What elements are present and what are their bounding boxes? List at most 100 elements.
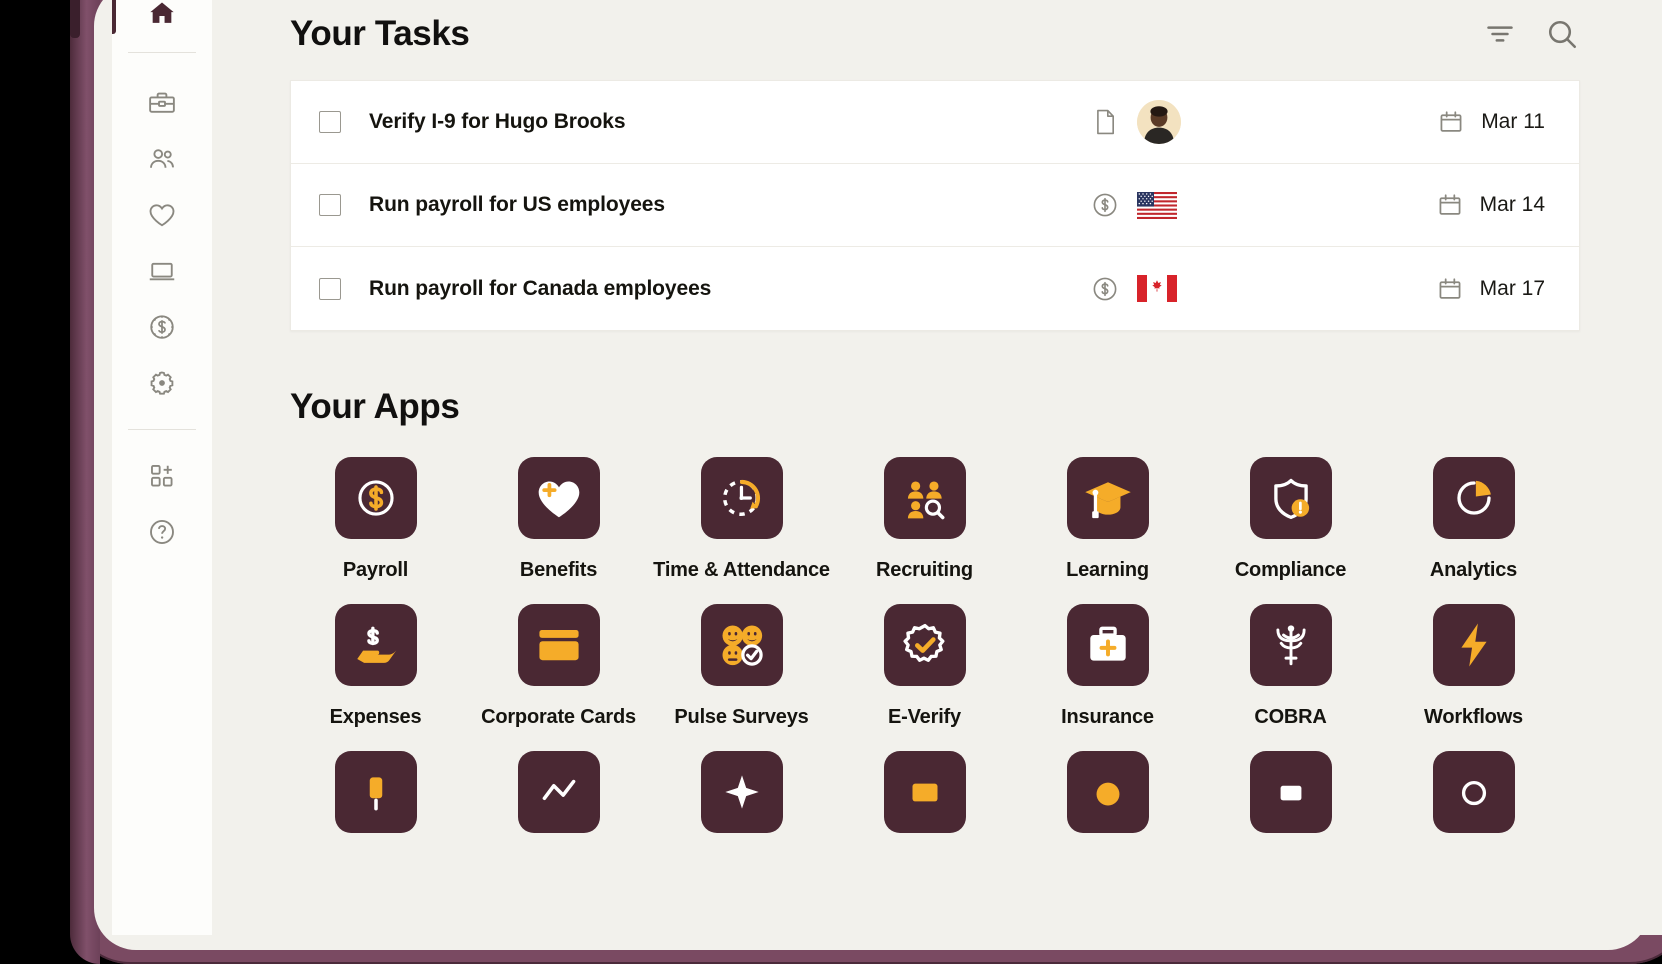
avatar: [1137, 100, 1181, 144]
sidebar-item-add-app[interactable]: [112, 448, 212, 504]
filter-button[interactable]: [1480, 14, 1520, 54]
app-tile: [700, 457, 783, 539]
app-insurance[interactable]: Insurance: [1016, 604, 1199, 729]
app-tile: [1432, 751, 1515, 833]
page-title: Your Tasks: [290, 14, 470, 53]
app-tile: [334, 604, 417, 686]
dollar-circle-icon: [1091, 275, 1119, 303]
shield-alert-app-icon: [1273, 478, 1309, 520]
app-workflows[interactable]: Workflows: [1382, 604, 1565, 729]
app-partial-2[interactable]: [467, 751, 650, 853]
task-checkbox[interactable]: [319, 111, 341, 133]
app-payroll[interactable]: Payroll: [284, 457, 467, 582]
app-partial-5[interactable]: [1016, 751, 1199, 853]
sidebar-item-payroll[interactable]: [112, 299, 212, 355]
document-icon: [1091, 108, 1119, 136]
partial-app-icon-7: [1461, 780, 1486, 806]
active-indicator: [112, 0, 116, 34]
app-analytics[interactable]: Analytics: [1382, 457, 1565, 582]
app-pulse-surveys[interactable]: Pulse Surveys: [650, 604, 833, 729]
table-row[interactable]: Verify I-9 for Hugo Brooks Mar 11: [291, 81, 1579, 164]
app-time-attendance[interactable]: Time & Attendance: [650, 457, 833, 582]
sidebar-item-home[interactable]: [112, 0, 212, 52]
app-tile: [1432, 604, 1515, 686]
hand-dollar-app-icon: [356, 626, 396, 663]
app-tile: [1249, 604, 1332, 686]
app-learning[interactable]: Learning: [1016, 457, 1199, 582]
badge-check-app-icon: [902, 623, 944, 662]
calendar-icon: [1439, 194, 1461, 215]
sidebar-divider-2: [128, 429, 196, 430]
dollar-circle-app-icon: [357, 480, 394, 516]
sidebar-item-benefits[interactable]: [112, 187, 212, 243]
app-partial-4[interactable]: [833, 751, 1016, 853]
task-title: Run payroll for Canada employees: [369, 276, 712, 300]
app-label: Compliance: [1234, 559, 1347, 581]
search-icon: [1548, 20, 1577, 49]
lightning-bolt-app-icon: [1460, 623, 1487, 667]
app-partial-6[interactable]: [1199, 751, 1382, 853]
app-cobra[interactable]: COBRA: [1199, 604, 1382, 729]
app-tile: [517, 751, 600, 833]
app-partial-1[interactable]: [284, 751, 467, 853]
partial-app-icon-2: [542, 779, 575, 801]
caduceus-app-icon: [1275, 625, 1306, 666]
task-checkbox[interactable]: [319, 194, 341, 216]
due-date: Mar 14: [1479, 193, 1545, 216]
home-icon: [150, 2, 174, 23]
calendar-icon: [1440, 111, 1462, 132]
heart-icon: [149, 204, 175, 227]
app-corporate-cards[interactable]: Corporate Cards: [467, 604, 650, 729]
partial-app-icon-1: [369, 777, 382, 811]
table-row[interactable]: Run payroll for US employees Mar 14: [291, 164, 1579, 247]
app-tile: [517, 604, 600, 686]
task-due: Mar 17: [1341, 275, 1551, 303]
app-tile: [700, 751, 783, 833]
task-due: Mar 11: [1341, 108, 1551, 136]
flag-ca-icon: [1137, 275, 1177, 302]
sidebar-item-people[interactable]: [112, 131, 212, 187]
partial-app-icon-4: [912, 783, 937, 802]
apps-section-title: Your Apps: [290, 387, 460, 426]
sidebar-item-settings[interactable]: [112, 355, 212, 411]
medical-kit-app-icon: [1089, 626, 1126, 661]
sidebar-item-briefcase[interactable]: [112, 75, 212, 131]
app-tile: [334, 751, 417, 833]
partial-app-icon-6: [1280, 785, 1301, 801]
app-benefits[interactable]: Benefits: [467, 457, 650, 582]
credit-card-app-icon: [538, 630, 579, 661]
gear-icon: [150, 371, 174, 395]
app-tile: [1066, 604, 1149, 686]
app-label: Expenses: [329, 706, 422, 728]
app-e-verify[interactable]: E-Verify: [833, 604, 1016, 729]
tasks-header: Your Tasks: [212, 0, 1662, 54]
smiley-faces-app-icon: [722, 625, 763, 666]
laptop-icon: [149, 262, 175, 281]
sidebar-item-help[interactable]: [112, 504, 212, 560]
app-recruiting[interactable]: Recruiting: [833, 457, 1016, 582]
task-checkbox[interactable]: [319, 277, 341, 300]
app-label: Recruiting: [876, 559, 973, 581]
app-tile: [700, 604, 783, 686]
sidebar-divider-1: [128, 52, 196, 53]
app-partial-7[interactable]: [1382, 751, 1565, 853]
app-viewport: Your Tasks Verify I-9 for Hugo Brooks Ma…: [70, 0, 1662, 935]
task-title: Run payroll for US employees: [369, 193, 665, 216]
app-expenses[interactable]: Expenses: [284, 604, 467, 729]
task-due: Mar 14: [1341, 191, 1551, 219]
app-partial-3[interactable]: [650, 751, 833, 853]
graduation-cap-app-icon: [1084, 482, 1131, 519]
sidebar-item-devices[interactable]: [112, 243, 212, 299]
search-button[interactable]: [1542, 14, 1582, 54]
flag-us-icon: [1137, 191, 1177, 219]
table-row[interactable]: Run payroll for Canada employees Mar 17: [291, 247, 1579, 330]
dollar-circle-icon: [1091, 191, 1119, 219]
app-compliance[interactable]: Compliance: [1199, 457, 1382, 582]
briefcase-icon: [149, 92, 175, 113]
app-label: Time & Attendance: [653, 559, 830, 581]
app-label: Benefits: [519, 559, 598, 581]
app-tile: [883, 457, 966, 539]
app-tile: [1066, 457, 1149, 539]
due-date: Mar 11: [1481, 110, 1545, 133]
people-search-app-icon: [907, 481, 944, 520]
